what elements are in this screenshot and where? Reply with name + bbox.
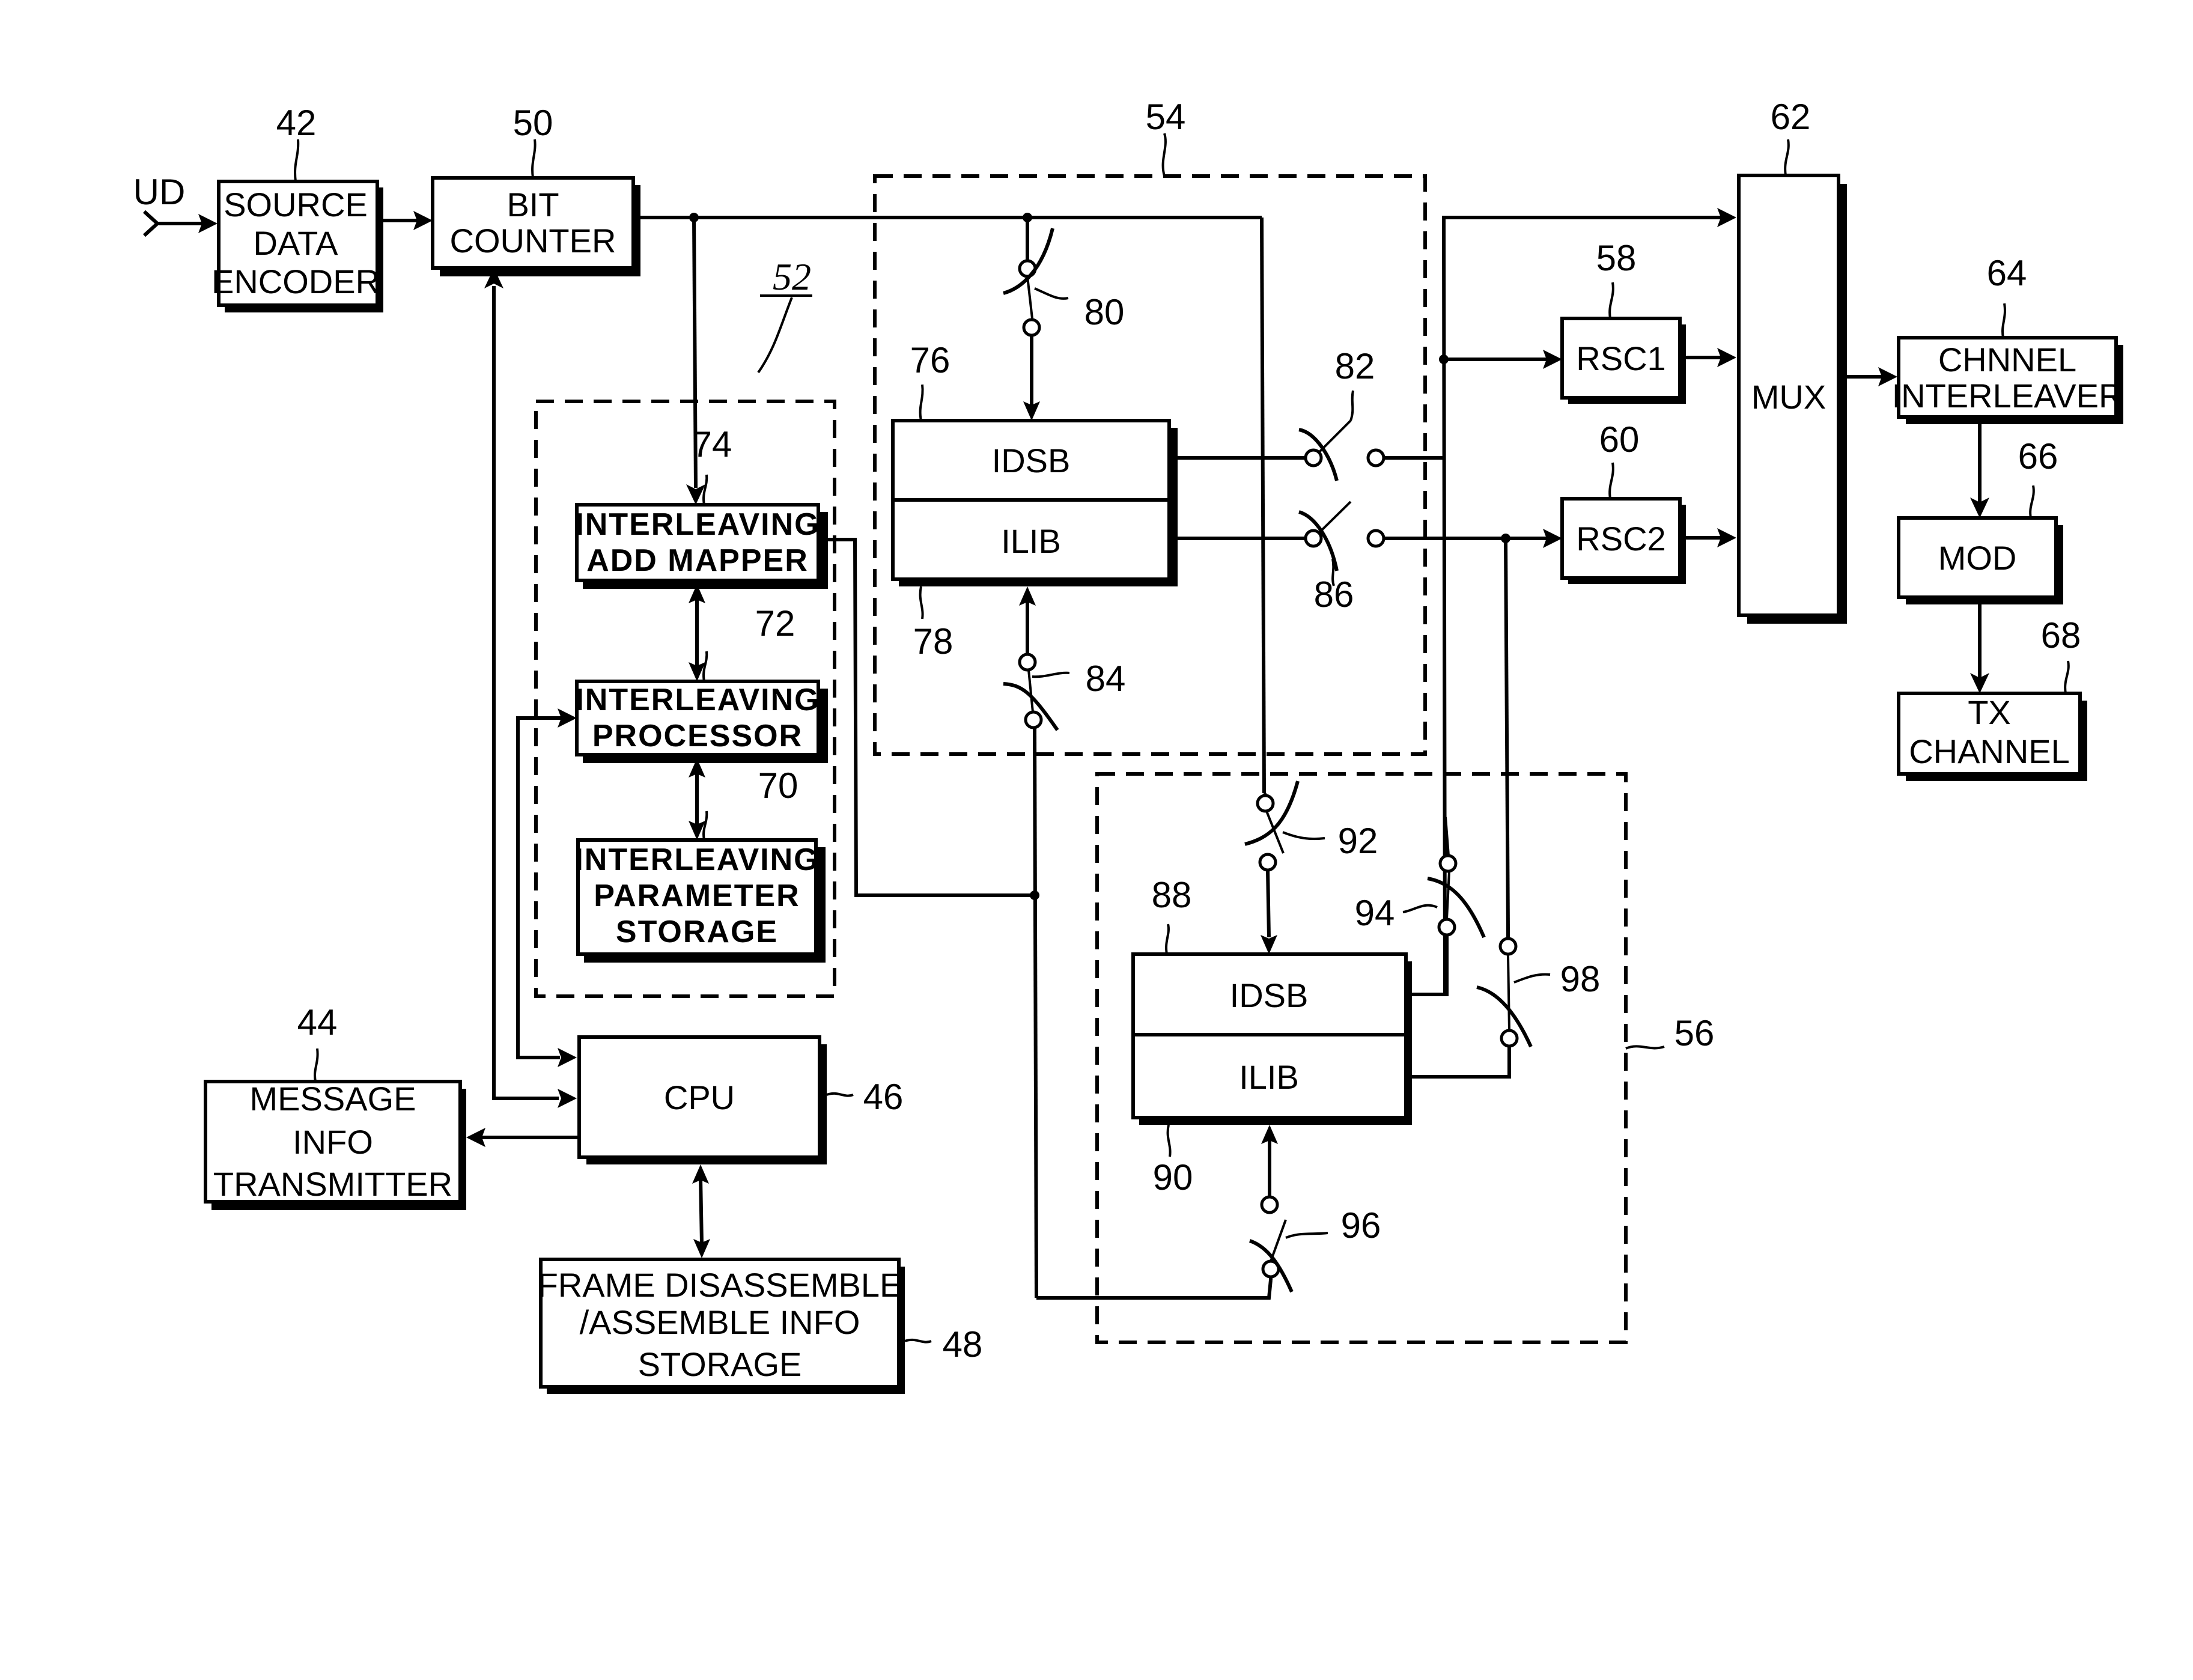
- tx-channel-block: TX CHANNEL 68: [1897, 615, 2087, 781]
- switch-86[interactable]: 86: [1169, 501, 1549, 615]
- svg-text:INTERLEAVING: INTERLEAVING: [575, 507, 820, 542]
- input-label: UD: [133, 172, 186, 212]
- input-ud: UD: [133, 172, 217, 237]
- ref-76: 76: [910, 340, 951, 380]
- ref-68: 68: [2041, 615, 2081, 656]
- ref-42: 42: [276, 103, 317, 143]
- svg-text:TX: TX: [1968, 693, 2011, 731]
- address-line: [818, 538, 1035, 897]
- svg-text:INTERLEAVING: INTERLEAVING: [575, 683, 820, 717]
- svg-text:DATA: DATA: [253, 224, 338, 262]
- interleaving-parameter-storage-block: INTERLEAVING PARAMETER STORAGE 70: [574, 765, 826, 963]
- ref-60: 60: [1599, 419, 1640, 460]
- svg-text:INFO: INFO: [293, 1123, 373, 1161]
- svg-text:MOD: MOD: [1938, 539, 2017, 577]
- cpu-block: CPU 46: [577, 1035, 904, 1164]
- arrow-icon: [558, 1048, 577, 1067]
- ref-96: 96: [1341, 1205, 1381, 1246]
- ref-84: 84: [1086, 659, 1126, 699]
- ref-54: 54: [1146, 97, 1186, 137]
- svg-text:TRANSMITTER: TRANSMITTER: [213, 1165, 452, 1203]
- svg-text:PARAMETER: PARAMETER: [594, 878, 800, 913]
- ref-88: 88: [1152, 875, 1192, 915]
- mux-block: MUX 62: [1737, 97, 1847, 624]
- ref-74: 74: [692, 424, 732, 464]
- ref-86: 86: [1314, 574, 1354, 615]
- frame-info-storage-block: FRAME DISASSEMBLE /ASSEMBLE INFO STORAGE…: [538, 1258, 983, 1394]
- idsb-1-label: IDSB: [992, 442, 1071, 479]
- ref-56: 56: [1674, 1013, 1715, 1053]
- svg-text:ADD MAPPER: ADD MAPPER: [586, 543, 809, 578]
- idsb-ilib-unit-1: IDSB ILIB 76 78: [891, 340, 1178, 662]
- switch-80[interactable]: 80: [1003, 218, 1124, 421]
- ref-58: 58: [1596, 238, 1637, 278]
- ref-62: 62: [1771, 97, 1811, 137]
- switch-82[interactable]: 82: [1169, 346, 1445, 481]
- rsc1-block: RSC1 58: [1560, 238, 1686, 404]
- svg-text:SOURCE: SOURCE: [224, 186, 368, 224]
- idsb-2-label: IDSB: [1230, 976, 1309, 1014]
- svg-text:CHNNEL: CHNNEL: [1938, 341, 2076, 379]
- ref-78: 78: [913, 621, 954, 662]
- svg-text:BIT: BIT: [506, 186, 559, 224]
- source-data-encoder-block: SOURCE DATA ENCODER 42: [211, 103, 383, 312]
- message-info-transmitter-block: MESSAGE INFO TRANSMITTER 44: [204, 1002, 466, 1210]
- ref-48: 48: [943, 1324, 983, 1365]
- switch-84[interactable]: 84: [1003, 586, 1125, 733]
- svg-text:STORAGE: STORAGE: [616, 915, 778, 949]
- ref-70: 70: [758, 765, 798, 806]
- svg-text:/ASSEMBLE INFO: /ASSEMBLE INFO: [580, 1303, 860, 1341]
- switch-98[interactable]: 98: [1406, 931, 1601, 1079]
- ilib-2-label: ILIB: [1239, 1058, 1299, 1096]
- ref-80: 80: [1084, 292, 1125, 332]
- svg-text:ENCODER: ENCODER: [211, 263, 380, 300]
- input-terminal-icon: [142, 210, 160, 237]
- switch-96[interactable]: 96: [1249, 1125, 1381, 1293]
- svg-text:MUX: MUX: [1751, 378, 1826, 416]
- ref-64: 64: [1987, 253, 2027, 293]
- interleaving-processor-block: INTERLEAVING PROCESSOR 72: [575, 603, 828, 763]
- ref-94: 94: [1355, 893, 1395, 933]
- svg-text:MESSAGE: MESSAGE: [250, 1080, 416, 1118]
- svg-text:RSC1: RSC1: [1576, 339, 1665, 377]
- channel-interleaver-block: CHNNEL INTERLEAVER 64: [1892, 253, 2123, 424]
- svg-text:INTERLEAVER: INTERLEAVER: [1892, 377, 2123, 415]
- svg-text:STORAGE: STORAGE: [638, 1345, 802, 1383]
- svg-text:FRAME DISASSEMBLE: FRAME DISASSEMBLE: [538, 1266, 902, 1304]
- ref-92: 92: [1338, 821, 1378, 861]
- svg-text:RSC2: RSC2: [1576, 520, 1665, 558]
- block-diagram: UD SOURCE DATA ENCODER 42 BIT COUNTER 50…: [133, 97, 2123, 1394]
- ref-52: 52: [773, 255, 811, 298]
- arrow-icon: [1261, 935, 1277, 954]
- ref-98: 98: [1560, 959, 1601, 999]
- arrow-icon: [558, 1089, 577, 1108]
- svg-text:PROCESSOR: PROCESSOR: [592, 719, 803, 753]
- svg-text:COUNTER: COUNTER: [450, 222, 616, 260]
- ref-72: 72: [755, 603, 795, 644]
- interleaving-add-mapper-block: INTERLEAVING ADD MAPPER 74: [575, 424, 828, 589]
- ref-90: 90: [1153, 1157, 1193, 1198]
- ref-82: 82: [1335, 346, 1375, 386]
- rsc2-block: RSC2 60: [1560, 419, 1686, 584]
- bit-counter-block: BIT COUNTER 50: [431, 103, 640, 276]
- svg-text:CPU: CPU: [664, 1079, 735, 1116]
- ref-46: 46: [863, 1077, 904, 1117]
- ref-50: 50: [513, 103, 553, 143]
- ref-66: 66: [2018, 436, 2058, 476]
- svg-text:CHANNEL: CHANNEL: [1909, 732, 2070, 770]
- svg-text:INTERLEAVING: INTERLEAVING: [574, 842, 819, 877]
- ilib-1-label: ILIB: [1001, 522, 1061, 560]
- ref-44: 44: [297, 1002, 338, 1042]
